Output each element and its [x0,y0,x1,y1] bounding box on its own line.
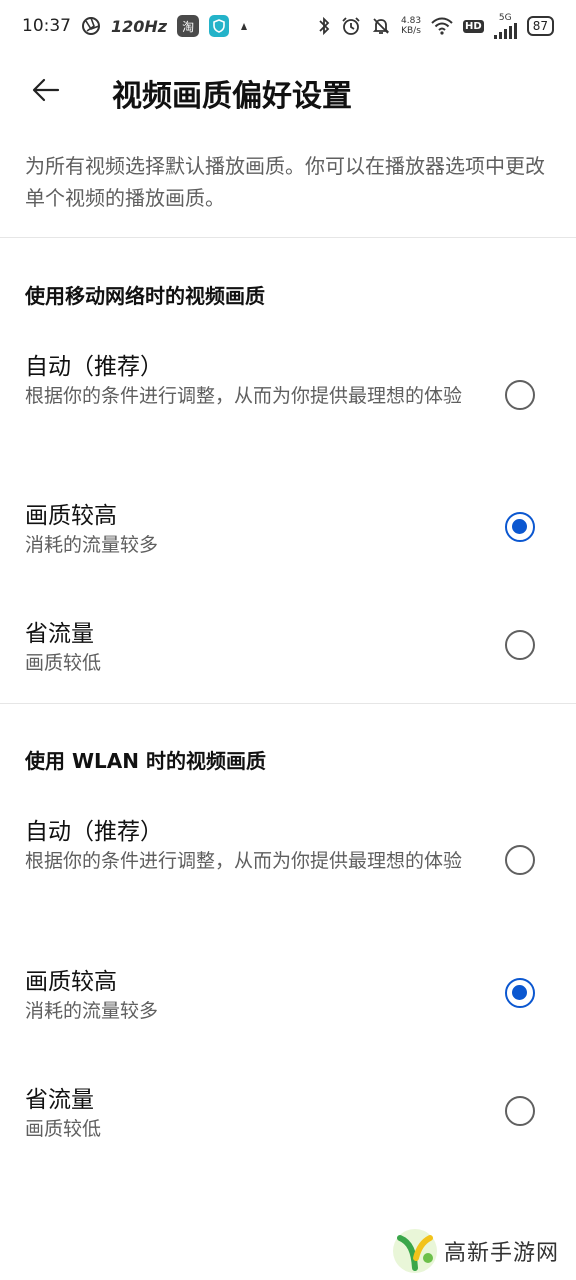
refresh-rate-badge: 120Hz [111,16,168,36]
option-title: 省流量 [25,1087,94,1113]
shield-icon [209,15,230,37]
header: 视频画质偏好设置 [0,52,576,128]
divider [0,237,576,238]
watermark: 高新手游网 [392,1228,559,1274]
option-title: 自动（推荐） [25,354,163,380]
radio-button[interactable] [505,380,535,410]
page-title: 视频画质偏好设置 [112,79,352,114]
option-title: 自动（推荐） [25,819,163,845]
watermark-logo-icon [393,1229,437,1273]
intro-text: 为所有视频选择默认播放画质。你可以在播放器选项中更改单个视频的播放画质。 [25,154,545,210]
divider [0,703,576,704]
radio-button[interactable] [505,1096,535,1126]
back-button[interactable] [24,68,68,112]
radio-button[interactable] [505,845,535,875]
option-desc: 消耗的流量较多 [25,534,159,556]
section-title-mobile: 使用移动网络时的视频画质 [25,284,265,308]
option-wlan-high[interactable]: 画质较高 消耗的流量较多 [0,948,576,1048]
taobao-app-icon: 淘 [177,15,200,37]
status-bar: 10:37 120Hz 淘 4.83 KB/s HD 5G 87 [0,0,576,52]
net-speed-value: 4.83 [401,16,422,26]
option-desc: 根据你的条件进行调整，从而为你提供最理想的体验 [25,385,463,407]
option-title: 省流量 [25,621,94,647]
alarm-clock-icon [341,16,361,36]
aperture-icon [81,16,101,36]
net-speed: 4.83 KB/s [401,16,421,36]
battery-indicator: 87 [526,16,554,36]
option-title: 画质较高 [25,969,117,995]
radio-button-selected[interactable] [505,512,535,542]
option-mobile-auto[interactable]: 自动（推荐） 根据你的条件进行调整，从而为你提供最理想的体验 [0,335,576,460]
mute-bell-icon [371,16,391,36]
net-speed-unit: KB/s [401,26,421,36]
option-mobile-high[interactable]: 画质较高 消耗的流量较多 [0,482,576,582]
hd-badge: HD [463,19,484,33]
bluetooth-icon [317,16,331,36]
section-title-wlan: 使用 WLAN 时的视频画质 [25,749,266,773]
radio-button-selected[interactable] [505,978,535,1008]
status-time: 10:37 [22,16,71,36]
wifi-icon [431,17,453,35]
option-desc: 画质较低 [25,652,102,674]
status-bar-right: 4.83 KB/s HD 5G 87 [317,12,554,39]
radio-button[interactable] [505,630,535,660]
option-wlan-auto[interactable]: 自动（推荐） 根据你的条件进行调整，从而为你提供最理想的体验 [0,800,576,925]
signal-bars-icon [493,22,517,39]
status-bar-left: 10:37 120Hz 淘 [22,15,249,37]
network-type: 5G [498,12,512,23]
signal-strength: 5G [493,12,517,39]
option-desc: 消耗的流量较多 [25,1000,159,1022]
option-desc: 根据你的条件进行调整，从而为你提供最理想的体验 [25,850,463,872]
option-mobile-saver[interactable]: 省流量 画质较低 [0,600,576,700]
option-wlan-saver[interactable]: 省流量 画质较低 [0,1066,576,1166]
watermark-text: 高新手游网 [444,1241,560,1266]
option-title: 画质较高 [25,503,117,529]
arrow-left-icon [32,78,60,102]
option-desc: 画质较低 [25,1118,102,1140]
notification-dot-icon [239,21,249,31]
